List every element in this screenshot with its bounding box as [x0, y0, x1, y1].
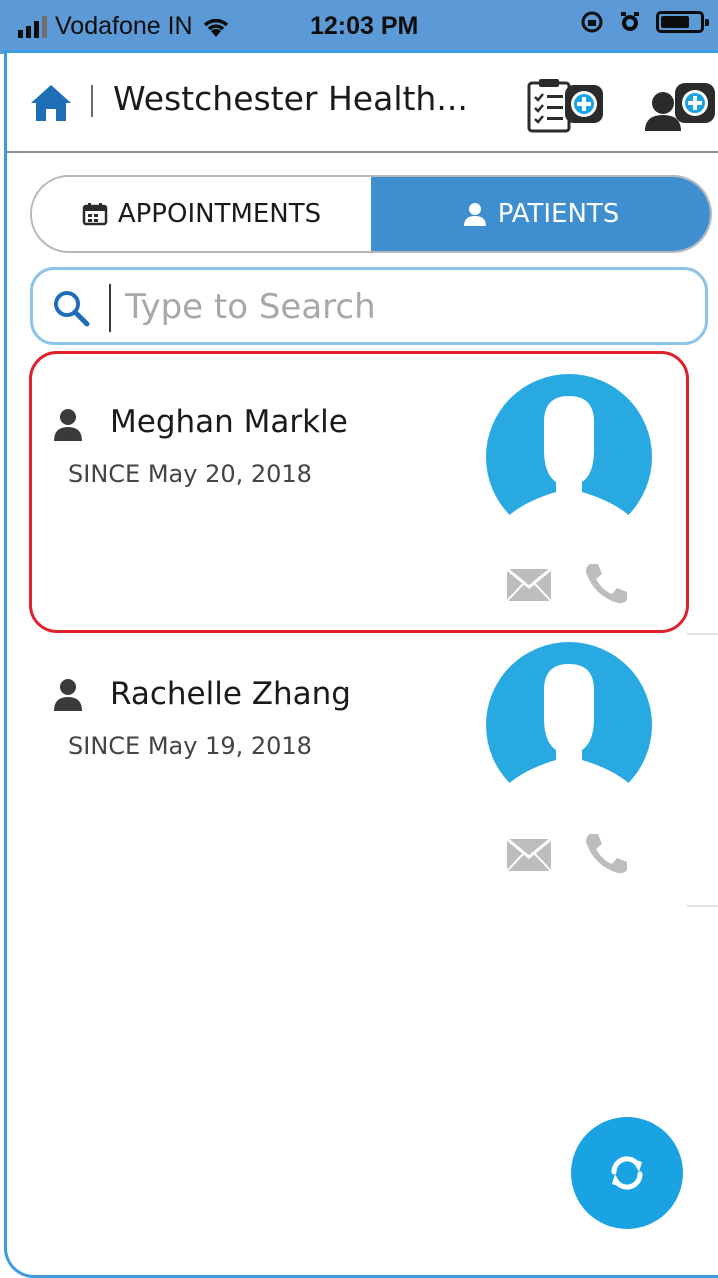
tab-patients[interactable]: PATIENTS [371, 177, 710, 251]
card-divider [687, 633, 718, 635]
status-time: 12:03 PM [310, 12, 419, 40]
search-icon [54, 291, 90, 327]
patient-card[interactable]: Meghan Markle SINCE May 20, 2018 [29, 351, 689, 633]
add-patient-icon[interactable] [641, 81, 717, 133]
wifi-icon [203, 18, 228, 37]
search-caret [109, 284, 111, 332]
status-left: Vodafone IN [18, 12, 231, 41]
avatar [486, 642, 652, 808]
carrier-label: Vodafone IN [55, 12, 193, 40]
home-icon[interactable] [29, 83, 73, 123]
tab-appointments[interactable]: APPOINTMENTS [32, 177, 371, 251]
header-divider [91, 85, 93, 117]
refresh-icon [611, 1156, 643, 1190]
patient-since: SINCE May 19, 2018 [68, 732, 312, 760]
tab-patients-label: PATIENTS [497, 199, 620, 229]
add-appointment-icon[interactable] [525, 77, 605, 133]
page-title: Westchester Health... [113, 79, 468, 118]
person-icon [463, 203, 486, 226]
search-bar [30, 267, 708, 345]
phone-icon[interactable] [584, 832, 628, 874]
alarm-icon [621, 12, 639, 31]
phone-icon[interactable] [584, 562, 628, 604]
battery-icon [656, 11, 709, 33]
search-input[interactable] [125, 280, 685, 334]
person-icon [54, 679, 82, 711]
segmented-tabs: APPOINTMENTS PATIENTS [30, 175, 712, 253]
mail-icon[interactable] [506, 838, 552, 872]
signal-icon [18, 15, 47, 38]
avatar [486, 374, 652, 540]
patient-card[interactable]: Rachelle Zhang SINCE May 19, 2018 [29, 635, 689, 917]
app-frame: Westchester Health... APPOINTMENTS PATIE… [4, 50, 718, 1278]
app-header: Westchester Health... [7, 53, 718, 153]
rotation-lock-icon [581, 11, 603, 33]
mail-icon[interactable] [506, 568, 552, 602]
patient-since: SINCE May 20, 2018 [68, 460, 312, 488]
patient-name: Meghan Markle [110, 404, 348, 440]
calendar-icon [82, 203, 108, 226]
status-bar: Vodafone IN 12:03 PM [0, 0, 718, 54]
status-right [580, 10, 709, 34]
tab-appointments-label: APPOINTMENTS [117, 199, 322, 229]
patient-name: Rachelle Zhang [110, 676, 351, 712]
refresh-button[interactable] [571, 1117, 683, 1229]
card-divider [687, 905, 718, 907]
person-icon [54, 409, 82, 441]
